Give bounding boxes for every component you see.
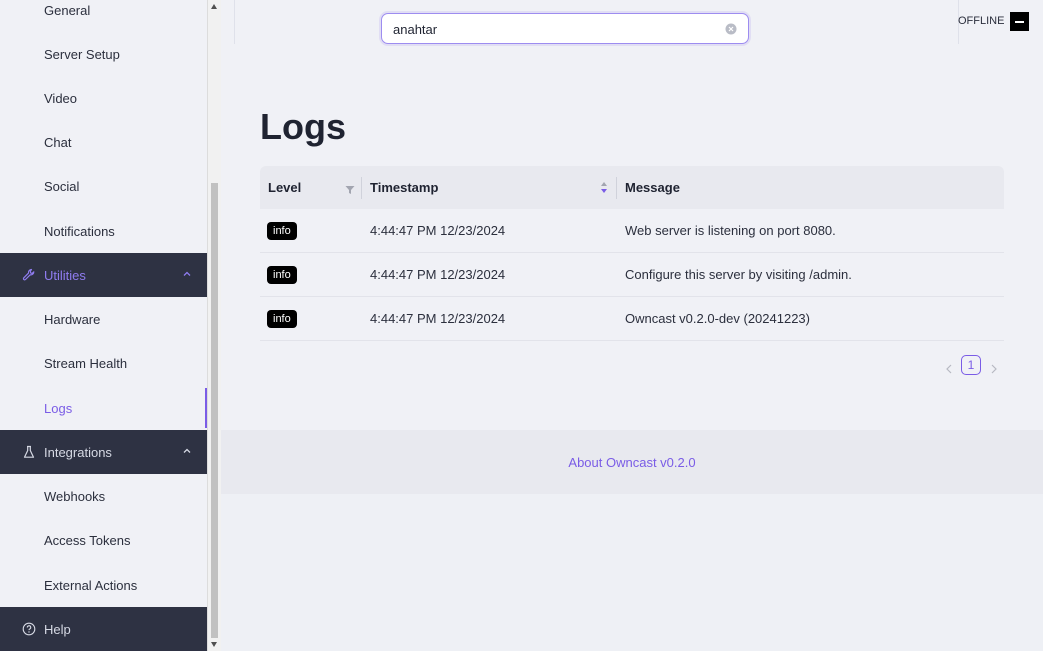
table-row: info 4:44:47 PM 12/23/2024 Owncast v0.2.… [260, 297, 1004, 341]
level-badge: info [267, 309, 297, 328]
sidebar-item-label: Access Tokens [44, 532, 131, 548]
sidebar-item-label: Server Setup [44, 46, 120, 62]
level-cell: info [267, 253, 297, 296]
sidebar-item-label: Notifications [44, 223, 115, 239]
sidebar-group-label: Integrations [44, 444, 112, 460]
sidebar-item-social[interactable]: Social [0, 164, 207, 208]
table-row: info 4:44:47 PM 12/23/2024 Web server is… [260, 209, 1004, 253]
level-cell: info [267, 209, 297, 252]
sidebar-item-help[interactable]: Help [0, 607, 207, 651]
about-link[interactable]: About Owncast v0.2.0 [568, 455, 695, 470]
pagination-next-icon[interactable] [990, 361, 998, 374]
level-badge: info [267, 265, 297, 284]
scroll-down-arrow-icon[interactable] [211, 642, 217, 647]
sidebar-item-label: Webhooks [44, 488, 106, 504]
message-cell: Configure this server by visiting /admin… [625, 267, 852, 282]
sidebar-group-utilities[interactable]: Utilities [0, 253, 207, 297]
sidebar-item-general[interactable]: General [0, 0, 207, 32]
sidebar-item-label: External Actions [44, 577, 138, 593]
timestamp-cell: 4:44:47 PM 12/23/2024 [370, 223, 506, 238]
status-toggle[interactable] [1010, 12, 1029, 31]
sidebar-group-label: Utilities [44, 267, 86, 283]
table-header: Level Timestamp Message [260, 166, 1004, 209]
sidebar-item-label: Stream Health [44, 355, 128, 371]
clear-icon[interactable] [725, 22, 737, 35]
wrench-icon [22, 268, 36, 282]
sidebar-item-label: General [44, 2, 91, 18]
sidebar-item-webhooks[interactable]: Webhooks [0, 474, 207, 518]
sidebar: General Server Setup Video Chat Social N… [0, 0, 207, 651]
column-separator [616, 177, 617, 199]
footer: About Owncast v0.2.0 [221, 430, 1043, 494]
sort-icon[interactable] [600, 181, 608, 194]
sidebar-scrollbar[interactable] [207, 0, 221, 651]
page-title: Logs [260, 106, 346, 147]
level-cell: info [267, 297, 297, 340]
timestamp-cell: 4:44:47 PM 12/23/2024 [370, 267, 506, 282]
scroll-up-arrow-icon[interactable] [211, 4, 217, 9]
chevron-up-icon [181, 268, 193, 280]
sidebar-item-chat[interactable]: Chat [0, 120, 207, 164]
header-divider [234, 0, 235, 44]
chevron-up-icon [181, 445, 193, 457]
logs-table: Level Timestamp Message info 4:44:47 PM … [260, 166, 1004, 341]
pagination-page-1[interactable]: 1 [961, 355, 981, 375]
flask-icon [22, 445, 36, 459]
table-row: info 4:44:47 PM 12/23/2024 Configure thi… [260, 253, 1004, 297]
sidebar-group-integrations[interactable]: Integrations [0, 430, 207, 474]
filter-icon[interactable] [345, 182, 355, 194]
sidebar-item-label: Video [44, 90, 78, 106]
timestamp-cell: 4:44:47 PM 12/23/2024 [370, 311, 506, 326]
message-cell: Owncast v0.2.0-dev (20241223) [625, 311, 810, 326]
status-label: OFFLINE [958, 15, 1005, 27]
question-circle-icon [22, 622, 36, 636]
sidebar-item-notifications[interactable]: Notifications [0, 209, 207, 253]
column-header-message[interactable]: Message [625, 166, 925, 209]
search-box[interactable] [381, 13, 749, 44]
sidebar-item-logs[interactable]: Logs [0, 386, 207, 430]
column-header-timestamp[interactable]: Timestamp [370, 166, 570, 209]
column-separator [361, 177, 362, 199]
message-cell: Web server is listening on port 8080. [625, 223, 836, 238]
pagination-prev-icon[interactable] [945, 361, 953, 374]
sidebar-item-label: Hardware [44, 311, 101, 327]
level-badge: info [267, 221, 297, 240]
scrollbar-thumb[interactable] [211, 183, 218, 638]
sidebar-item-video[interactable]: Video [0, 76, 207, 120]
sidebar-item-server-setup[interactable]: Server Setup [0, 32, 207, 76]
sidebar-item-label: Chat [44, 134, 72, 150]
search-input[interactable] [393, 20, 713, 38]
page-bottom-area [221, 494, 1043, 651]
sidebar-item-external-actions[interactable]: External Actions [0, 563, 207, 607]
sidebar-item-label: Logs [44, 400, 73, 416]
sidebar-item-label: Social [44, 178, 80, 194]
sidebar-item-access-tokens[interactable]: Access Tokens [0, 518, 207, 562]
sidebar-item-label: Help [44, 621, 71, 637]
sidebar-item-hardware[interactable]: Hardware [0, 297, 207, 341]
sidebar-item-stream-health[interactable]: Stream Health [0, 341, 207, 385]
